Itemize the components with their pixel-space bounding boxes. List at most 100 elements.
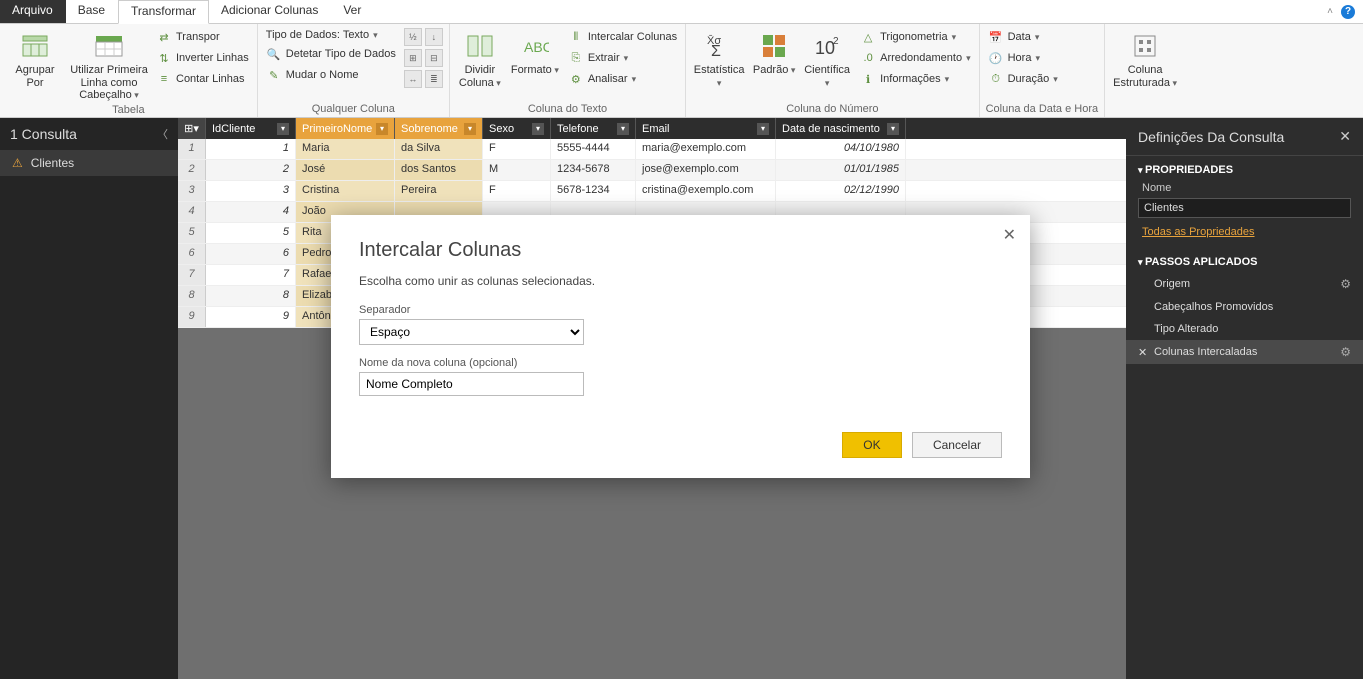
info-button[interactable]: ℹInformações (858, 70, 972, 88)
anycol-icons: ½↓ ⊞⊟ ↔≣ (404, 28, 443, 88)
col-sexo[interactable]: Sexo▾ (483, 118, 551, 139)
query-settings-panel: Definições Da Consulta ✕ PROPRIEDADES No… (1126, 118, 1363, 679)
table-row[interactable]: 22Josédos SantosM1234-5678jose@exemplo.c… (178, 160, 1126, 181)
duration-button[interactable]: ⏱Duração (986, 70, 1060, 88)
parse-icon: ⚙ (568, 71, 584, 87)
info-icon: ℹ (860, 71, 876, 87)
reverse-icon: ⇅ (156, 50, 172, 66)
table-header-icon (93, 30, 125, 62)
dialog-title: Intercalar Colunas (359, 239, 1002, 262)
trig-button[interactable]: △Trigonometria (858, 28, 972, 46)
round-icon: .0 (860, 50, 876, 66)
move-icon[interactable]: ↔ (404, 70, 422, 88)
tab-base[interactable]: Base (66, 0, 118, 23)
applied-steps-section[interactable]: PASSOS APLICADOS (1126, 248, 1363, 272)
fill-icon[interactable]: ↓ (425, 28, 443, 46)
col-email[interactable]: Email▾ (636, 118, 776, 139)
time-button[interactable]: 🕐Hora (986, 49, 1060, 67)
ribbon-group-table: Agrupar Por Utilizar Primeira Linha como… (0, 24, 258, 117)
queries-header: 1 Consulta 〈 (0, 118, 178, 150)
ribbon-group-anycolumn: Tipo de Dados: Texto 🔍Detetar Tipo de Da… (258, 24, 450, 117)
filter-icon[interactable]: ▾ (376, 123, 388, 135)
transpose-icon: ⇄ (156, 29, 172, 45)
sigma-icon: X̄σΣ (703, 30, 735, 62)
detect-type-button[interactable]: 🔍Detetar Tipo de Dados (264, 45, 398, 63)
all-properties-link[interactable]: Todas as Propriedades (1126, 224, 1363, 248)
svg-text:ABC: ABC (524, 39, 549, 55)
format-icon: ABC (519, 30, 551, 62)
structured-column-button[interactable]: Coluna Estruturada (1111, 28, 1179, 89)
applied-step[interactable]: Tipo Alterado (1126, 318, 1363, 340)
rename-button[interactable]: ✎Mudar o Nome (264, 66, 398, 84)
firstrow-header-button[interactable]: Utilizar Primeira Linha como Cabeçalho (70, 28, 148, 102)
pivot-icon[interactable]: ⊞ (404, 49, 422, 67)
table-row[interactable]: 33CristinaPereiraF5678-1234cristina@exem… (178, 181, 1126, 202)
filter-icon[interactable]: ▾ (532, 123, 544, 135)
query-name-input[interactable] (1138, 198, 1351, 218)
col-telefone[interactable]: Telefone▾ (551, 118, 636, 139)
exponent-icon: 102 (811, 30, 843, 62)
tab-file[interactable]: Arquivo (0, 0, 66, 23)
dialog-close-icon[interactable]: ✕ (1003, 225, 1016, 245)
query-item-clientes[interactable]: ⚠ Clientes (0, 150, 178, 176)
replace-values-icon[interactable]: ½ (404, 28, 422, 46)
count-rows-button[interactable]: ≡Contar Linhas (154, 70, 251, 88)
scientific-button[interactable]: 102 Científica (802, 28, 852, 89)
count-icon: ≡ (156, 71, 172, 87)
delete-step-icon[interactable]: ✕ (1138, 346, 1147, 359)
filter-icon[interactable]: ▾ (757, 123, 769, 135)
convert-list-icon[interactable]: ≣ (425, 70, 443, 88)
col-primeironome[interactable]: PrimeiroNome▾ (296, 118, 395, 139)
filter-icon[interactable]: ▾ (277, 123, 289, 135)
merge-columns-dialog: ✕ Intercalar Colunas Escolha como unir a… (331, 215, 1030, 478)
separator-select[interactable]: Espaço (359, 319, 584, 345)
ribbon-group-datetime: 📅Data 🕐Hora ⏱Duração Coluna da Data e Ho… (980, 24, 1106, 117)
table-row[interactable]: 11Mariada SilvaF5555-4444maria@exemplo.c… (178, 139, 1126, 160)
dialog-subtitle: Escolha como unir as colunas selecionada… (359, 274, 1002, 288)
applied-step[interactable]: Origem⚙ (1126, 272, 1363, 296)
newcol-input[interactable] (359, 372, 584, 396)
tab-view[interactable]: Ver (331, 0, 374, 23)
reverse-rows-button[interactable]: ⇅Inverter Linhas (154, 49, 251, 67)
standard-button[interactable]: Padrão (752, 28, 796, 77)
transpose-button[interactable]: ⇄Transpor (154, 28, 251, 46)
parse-button[interactable]: ⚙Analisar (566, 70, 679, 88)
statistics-button[interactable]: X̄σΣ Estatística (692, 28, 746, 89)
col-sobrenome[interactable]: Sobrenome▾ (395, 118, 483, 139)
close-settings-icon[interactable]: ✕ (1339, 128, 1351, 145)
applied-step[interactable]: Cabeçalhos Promovidos (1126, 296, 1363, 318)
split-column-button[interactable]: Dividir Coluna (456, 28, 504, 89)
tab-addcolumns[interactable]: Adicionar Colunas (209, 0, 331, 23)
date-button[interactable]: 📅Data (986, 28, 1060, 46)
unpivot-icon[interactable]: ⊟ (425, 49, 443, 67)
collapse-ribbon-icon[interactable]: ˄ (1327, 6, 1333, 17)
gear-icon[interactable]: ⚙ (1340, 277, 1351, 291)
name-label: Nome (1126, 180, 1363, 196)
filter-icon[interactable]: ▾ (464, 123, 476, 135)
tab-transform[interactable]: Transformar (118, 0, 209, 24)
ok-button[interactable]: OK (842, 432, 902, 458)
properties-section[interactable]: PROPRIEDADES (1126, 156, 1363, 180)
calc-icon (758, 30, 790, 62)
filter-icon[interactable]: ▾ (617, 123, 629, 135)
ribbon-group-numbercolumn: X̄σΣ Estatística Padrão 102 Científica △… (686, 24, 979, 117)
extract-button[interactable]: ⎘Extrair (566, 49, 679, 67)
collapse-queries-icon[interactable]: 〈 (157, 126, 168, 142)
gear-icon[interactable]: ⚙ (1340, 345, 1351, 359)
help-icon[interactable]: ? (1341, 5, 1355, 19)
format-button[interactable]: ABC Formato (510, 28, 560, 77)
cancel-button[interactable]: Cancelar (912, 432, 1002, 458)
filter-icon[interactable]: ▾ (887, 123, 899, 135)
groupby-button[interactable]: Agrupar Por (6, 28, 64, 89)
separator-label: Separador (359, 304, 1002, 316)
applied-step[interactable]: ✕Colunas Intercaladas⚙ (1126, 340, 1363, 364)
datatype-button[interactable]: Tipo de Dados: Texto (264, 28, 398, 42)
col-idcliente[interactable]: IdCliente▾ (206, 118, 296, 139)
rounding-button[interactable]: .0Arredondamento (858, 49, 972, 67)
split-icon (464, 30, 496, 62)
merge-columns-button[interactable]: ⫴Intercalar Colunas (566, 28, 679, 46)
col-datanascimento[interactable]: Data de nascimento▾ (776, 118, 906, 139)
merge-icon: ⫴ (568, 29, 584, 45)
menu-tabs: Arquivo Base Transformar Adicionar Colun… (0, 0, 1363, 24)
row-header-corner[interactable]: ⊞▾ (178, 118, 206, 139)
